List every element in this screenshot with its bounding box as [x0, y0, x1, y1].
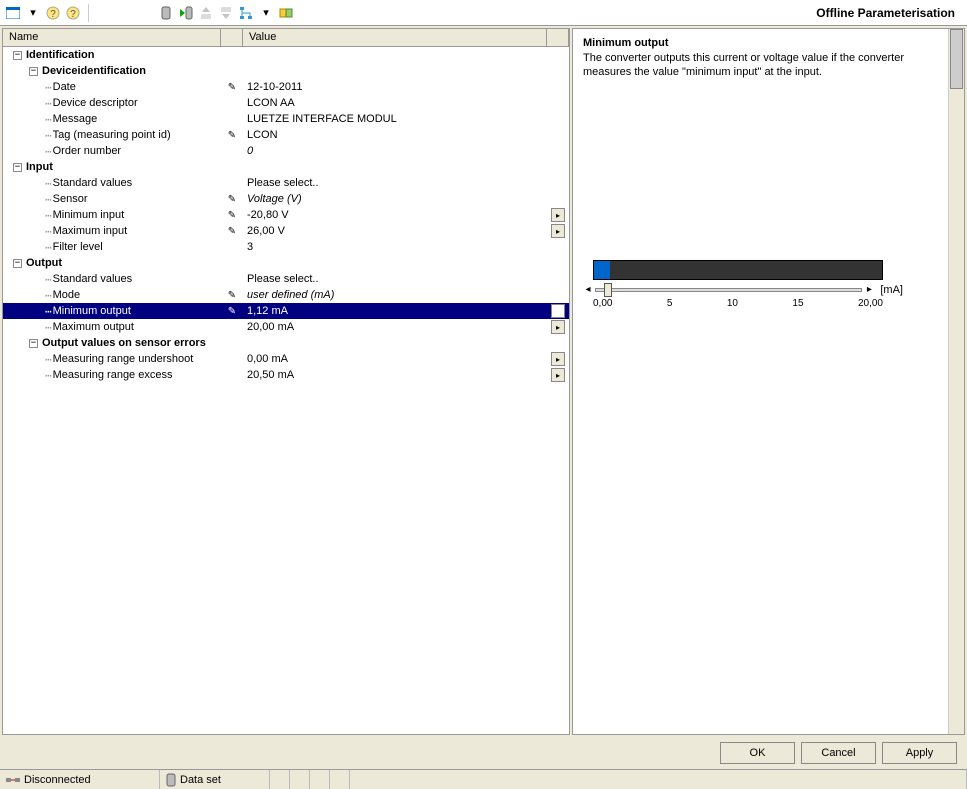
collapse-icon[interactable]: − — [29, 339, 38, 348]
param-sensor[interactable]: Sensor — [53, 193, 88, 205]
dropdown-icon[interactable]: ▾ — [24, 4, 42, 22]
action-button[interactable]: ▸ — [551, 208, 565, 222]
status-bar: Disconnected Data set — [0, 769, 967, 789]
action-button[interactable]: ▸ — [551, 304, 565, 318]
node-errors[interactable]: Output values on sensor errors — [42, 337, 206, 349]
param-order[interactable]: Order number — [53, 145, 121, 157]
action-button[interactable]: ▸ — [551, 320, 565, 334]
collapse-icon[interactable]: − — [29, 67, 38, 76]
pencil-icon: ✎ — [228, 226, 236, 237]
upload-icon[interactable] — [197, 4, 215, 22]
detail-title: Minimum output — [583, 37, 938, 49]
dataset-icon — [166, 773, 176, 787]
node-identification[interactable]: Identification — [26, 49, 94, 61]
collapse-icon[interactable]: − — [13, 259, 22, 268]
dropdown2-icon[interactable]: ▾ — [257, 4, 275, 22]
param-filter[interactable]: Filter level — [53, 241, 103, 253]
pencil-icon: ✎ — [228, 210, 236, 221]
col-name[interactable]: Name — [3, 29, 221, 46]
detail-desc: The converter outputs this current or vo… — [583, 51, 938, 80]
pencil-icon: ✎ — [228, 130, 236, 141]
download-icon[interactable] — [217, 4, 235, 22]
tree-icon[interactable] — [237, 4, 255, 22]
param-msg[interactable]: Message — [53, 113, 98, 125]
pencil-icon: ✎ — [228, 306, 236, 317]
compare-icon[interactable] — [277, 4, 295, 22]
param-date[interactable]: Date — [53, 81, 76, 93]
param-desc[interactable]: Device descriptor — [53, 97, 138, 109]
param-std[interactable]: Standard values — [53, 177, 133, 189]
param-maxin[interactable]: Maximum input — [53, 225, 128, 237]
action-button[interactable]: ▸ — [551, 368, 565, 382]
param-tag[interactable]: Tag (measuring point id) — [53, 129, 171, 141]
parameter-tree: Name Value −Identification −Deviceidenti… — [2, 28, 570, 735]
node-input[interactable]: Input — [26, 161, 53, 173]
value-bar — [593, 260, 883, 280]
pencil-icon: ✎ — [228, 290, 236, 301]
param-under[interactable]: Measuring range undershoot — [53, 353, 194, 365]
window-icon[interactable] — [4, 4, 22, 22]
pencil-icon: ✎ — [228, 194, 236, 205]
col-value[interactable]: Value — [243, 29, 547, 46]
param-minout[interactable]: Minimum output — [53, 305, 131, 317]
pencil-icon: ✎ — [228, 82, 236, 93]
slider-ticks: 0,005101520,00 — [593, 298, 883, 309]
device-icon[interactable] — [157, 4, 175, 22]
toolbar: ▾ ? ? ▾ Offline Parameterisation — [0, 0, 967, 26]
status-dataset: Data set — [180, 774, 221, 786]
collapse-icon[interactable]: − — [13, 51, 22, 60]
status-connection: Disconnected — [24, 774, 91, 786]
param-minin[interactable]: Minimum input — [53, 209, 125, 221]
param-maxout[interactable]: Maximum output — [53, 321, 134, 333]
scrollbar[interactable] — [948, 29, 964, 734]
slider-unit: [mA] — [880, 284, 903, 296]
disconnected-icon — [6, 775, 20, 785]
action-button[interactable]: ▸ — [551, 224, 565, 238]
apply-button[interactable]: Apply — [882, 742, 957, 764]
svg-text:?: ? — [50, 9, 56, 20]
detail-panel: Minimum output The converter outputs thi… — [572, 28, 965, 735]
help2-icon[interactable]: ? — [64, 4, 82, 22]
button-bar: OK Cancel Apply — [0, 737, 967, 769]
slider-right-icon[interactable]: ▸ — [864, 284, 874, 295]
play-device-icon[interactable] — [177, 4, 195, 22]
param-mode[interactable]: Mode — [53, 289, 81, 301]
node-devid[interactable]: Deviceidentification — [42, 65, 146, 77]
action-button[interactable]: ▸ — [551, 352, 565, 366]
value-slider[interactable] — [595, 288, 862, 292]
cancel-button[interactable]: Cancel — [801, 742, 876, 764]
param-over[interactable]: Measuring range excess — [53, 369, 173, 381]
node-output[interactable]: Output — [26, 257, 62, 269]
param-ostd[interactable]: Standard values — [53, 273, 133, 285]
help-icon[interactable]: ? — [44, 4, 62, 22]
collapse-icon[interactable]: − — [13, 163, 22, 172]
ok-button[interactable]: OK — [720, 742, 795, 764]
mode-label: Offline Parameterisation — [816, 6, 963, 20]
svg-text:?: ? — [70, 9, 76, 20]
slider-left-icon[interactable]: ◂ — [583, 284, 593, 295]
